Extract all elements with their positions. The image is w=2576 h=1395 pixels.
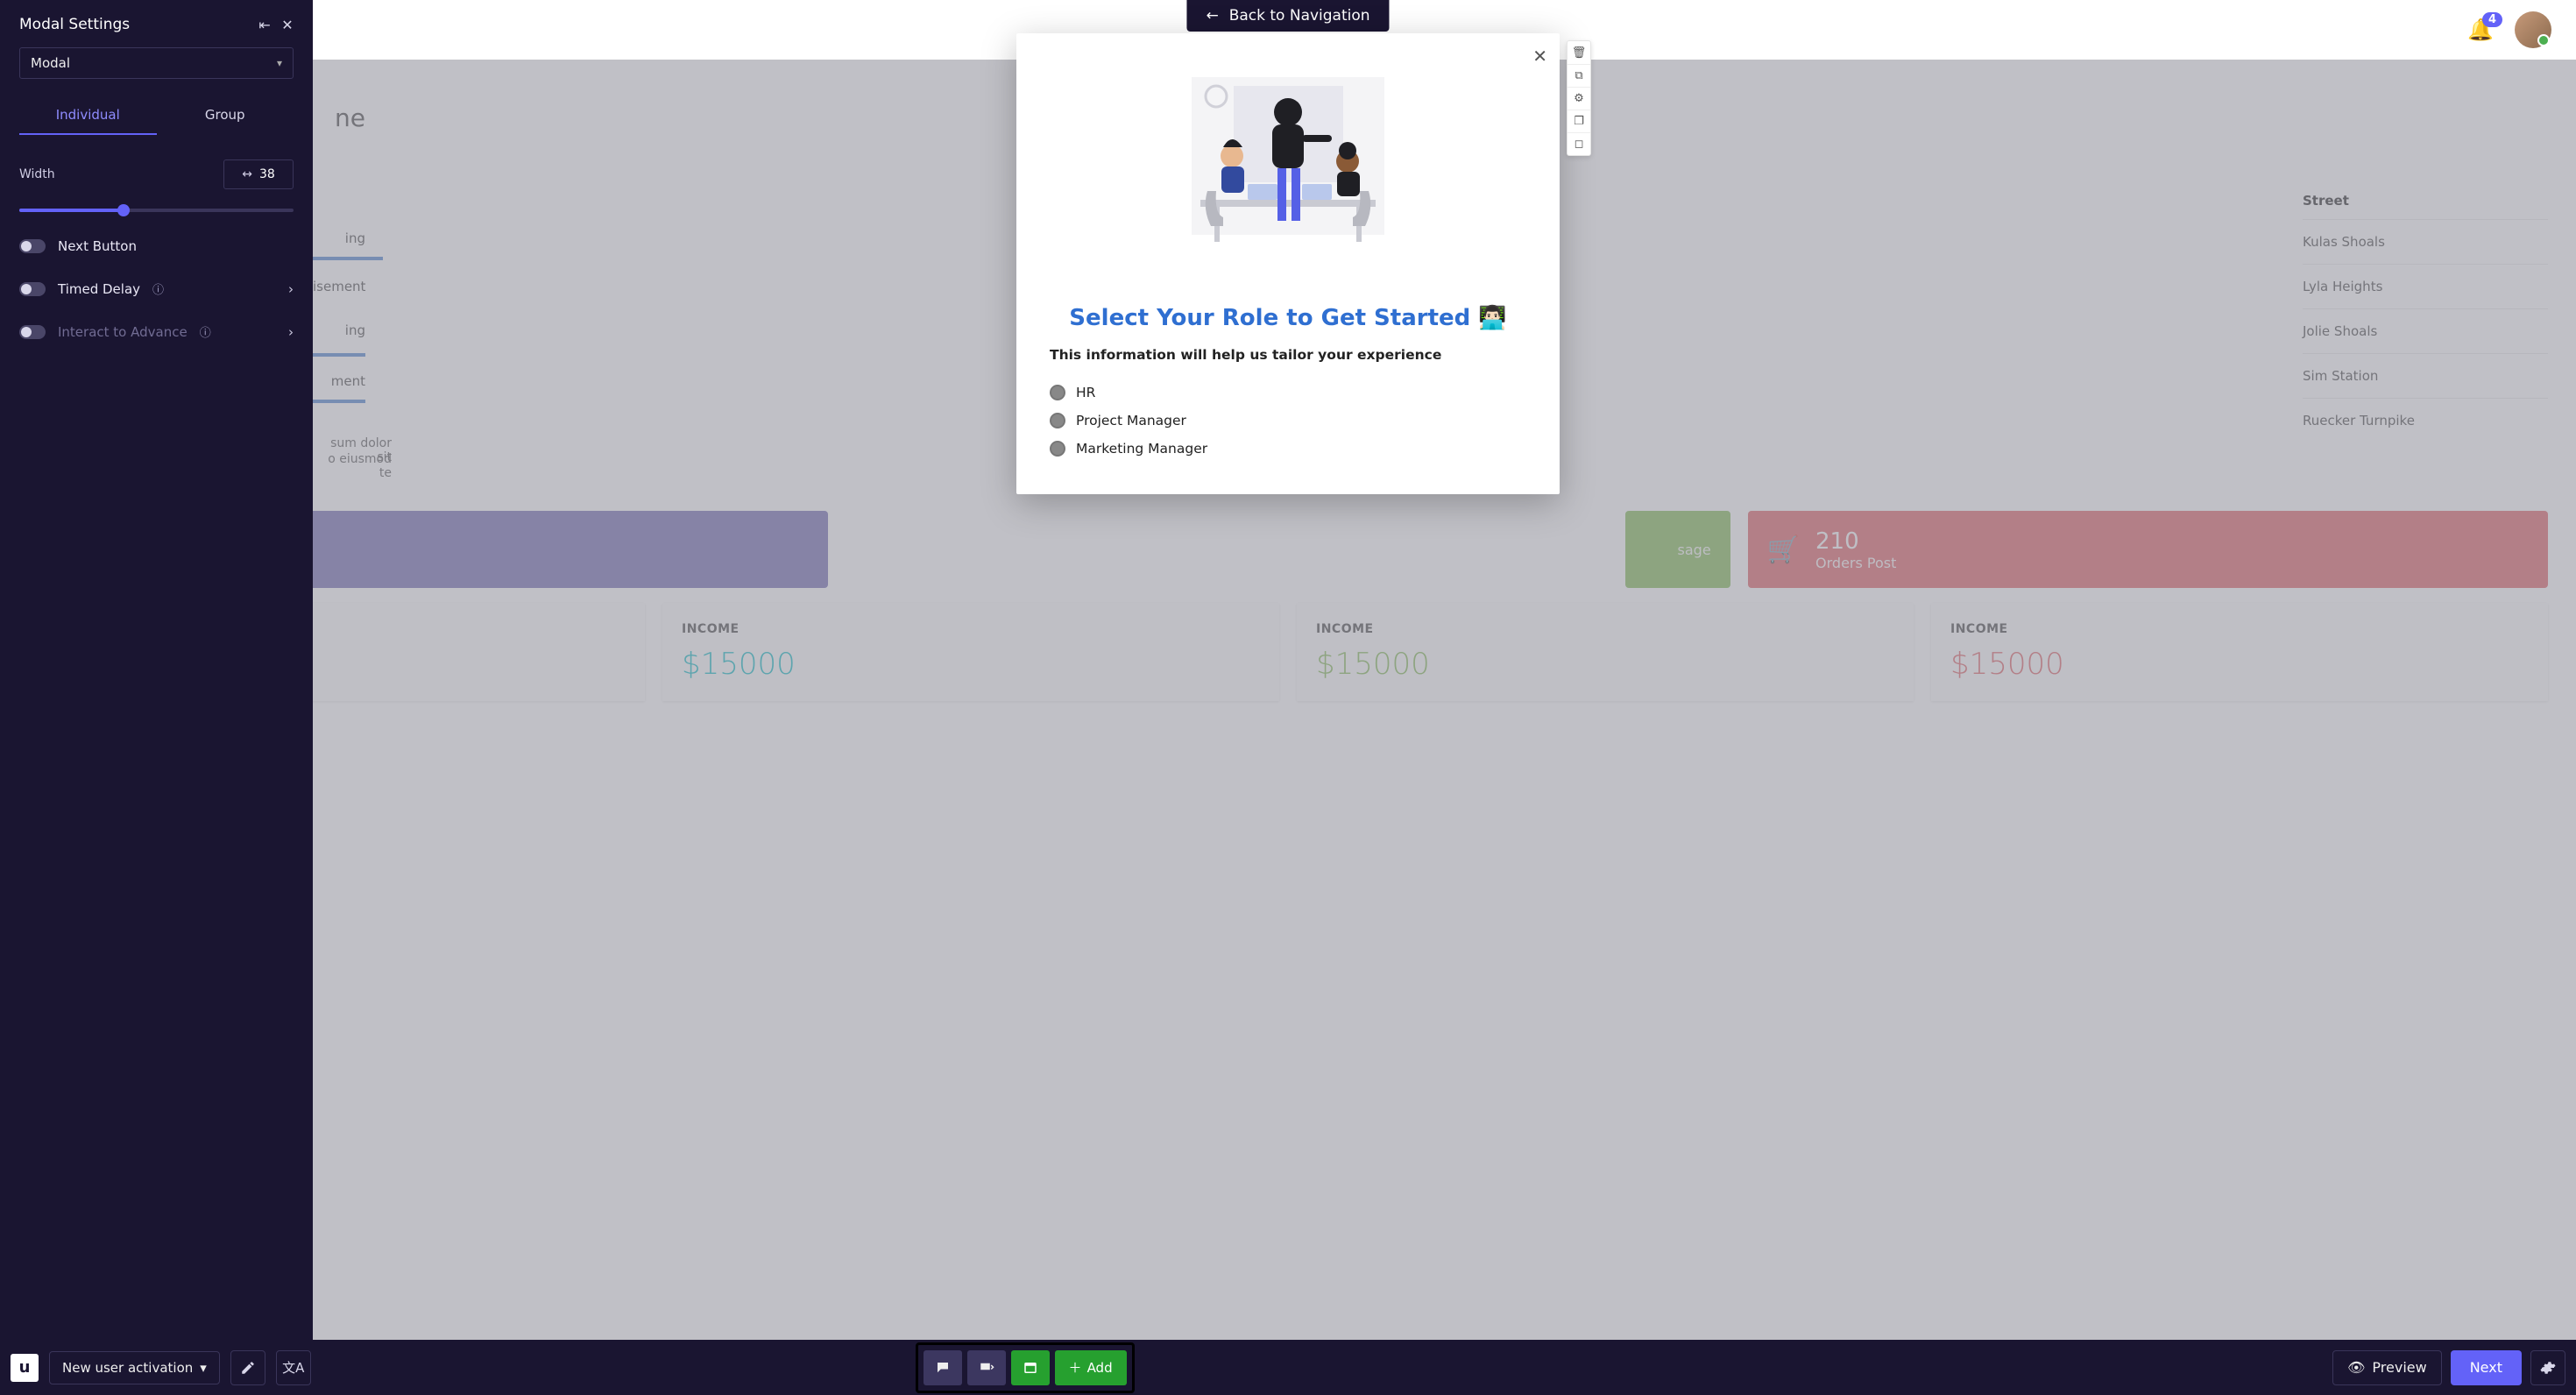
close-icon[interactable]: ✕: [1532, 46, 1547, 67]
step-modal[interactable]: [1011, 1350, 1050, 1385]
component-selector[interactable]: Modal ▾: [19, 47, 294, 79]
step-tooltip[interactable]: [924, 1350, 962, 1385]
width-row: Width ↔ 38: [19, 159, 294, 189]
close-icon[interactable]: ✕: [276, 17, 299, 33]
onboarding-modal: ✕: [1016, 33, 1560, 494]
option-timed-delay[interactable]: Timed Delay ⓘ ›: [19, 280, 294, 297]
pencil-icon: [240, 1360, 256, 1376]
radio-icon: [1050, 385, 1065, 400]
role-label: Marketing Manager: [1076, 441, 1207, 457]
bottom-bar: u New user activation ▾ 文A ＋ Add 👁 Previ…: [0, 1340, 2576, 1395]
role-option-pm[interactable]: Project Manager: [1046, 407, 1530, 435]
preview-label: Preview: [2372, 1359, 2426, 1376]
delete-icon[interactable]: 🗑: [1568, 41, 1590, 64]
modal-title: Select Your Role to Get Started 👨🏻‍💻: [1046, 305, 1530, 331]
info-icon[interactable]: ⓘ: [152, 280, 164, 297]
radio-icon: [1050, 413, 1065, 428]
plus-icon: ＋: [1069, 1358, 1082, 1377]
settings-panel-body: Modal ▾ Individual Group Width ↔ 38 Next…: [0, 44, 313, 340]
flow-name: New user activation: [62, 1360, 193, 1376]
chevron-down-icon: ▾: [200, 1360, 207, 1376]
app-logo[interactable]: u: [11, 1354, 39, 1382]
next-button-toggle[interactable]: [19, 239, 46, 253]
role-label: HR: [1076, 385, 1095, 400]
copy-icon[interactable]: ⧉: [1568, 64, 1590, 87]
back-to-navigation[interactable]: ← Back to Navigation: [1186, 0, 1389, 32]
timed-delay-toggle[interactable]: [19, 282, 46, 296]
width-input[interactable]: ↔ 38: [223, 159, 294, 189]
role-option-marketing[interactable]: Marketing Manager: [1046, 435, 1530, 463]
width-label: Width: [19, 167, 55, 181]
settings-panel-title: Modal Settings: [19, 16, 253, 33]
modal-tools: 🗑 ⧉ ⚙ ❐ ◻: [1567, 40, 1591, 156]
slider-fill: [19, 209, 124, 212]
arrow-left-icon: ←: [1206, 7, 1218, 25]
chevron-right-icon: ›: [288, 281, 294, 297]
modal-subtitle: This information will help us tailor you…: [1046, 347, 1530, 363]
notifications-button[interactable]: 🔔 4: [2467, 18, 2494, 42]
add-label: Add: [1087, 1360, 1113, 1376]
gear-icon: [2540, 1360, 2556, 1376]
option-label: Timed Delay: [58, 281, 140, 297]
hero-illustration: [1174, 60, 1402, 270]
step-slideout[interactable]: [967, 1350, 1006, 1385]
option-label: Interact to Advance: [58, 324, 188, 340]
bottom-bar-right: 👁 Preview Next: [2332, 1350, 2565, 1385]
settings-panel: Modal Settings ⇤ ✕ Modal ▾ Individual Gr…: [0, 0, 313, 1340]
chevron-down-icon: ▾: [277, 57, 282, 69]
add-step-button[interactable]: ＋ Add: [1055, 1350, 1127, 1385]
eye-icon: 👁: [2347, 1359, 2365, 1376]
next-label: Next: [2470, 1359, 2502, 1376]
modal-icon: [1023, 1360, 1038, 1376]
role-label: Project Manager: [1076, 413, 1186, 428]
resize-icon: ↔: [242, 167, 252, 181]
bookmark-icon[interactable]: ◻: [1568, 132, 1590, 155]
info-icon[interactable]: ⓘ: [200, 323, 211, 340]
back-label: Back to Navigation: [1229, 7, 1370, 25]
preview-button[interactable]: 👁 Preview: [2332, 1350, 2442, 1385]
edit-button[interactable]: [230, 1350, 265, 1385]
duplicate-icon[interactable]: ❐: [1568, 110, 1590, 132]
translate-button[interactable]: 文A: [276, 1350, 311, 1385]
width-value: 38: [259, 167, 275, 181]
notification-badge: 4: [2482, 12, 2502, 27]
tab-group[interactable]: Group: [157, 96, 294, 135]
settings-panel-header: Modal Settings ⇤ ✕: [0, 0, 313, 44]
flow-selector[interactable]: New user activation ▾: [49, 1351, 220, 1384]
role-option-hr[interactable]: HR: [1046, 379, 1530, 407]
translate-icon: 文A: [282, 1358, 304, 1377]
interact-advance-toggle[interactable]: [19, 325, 46, 339]
tooltip-icon: [935, 1360, 951, 1376]
slideout-icon: [979, 1360, 994, 1376]
settings-button[interactable]: [2530, 1350, 2565, 1385]
selector-value: Modal: [31, 55, 70, 71]
settings-tabs: Individual Group: [19, 96, 294, 135]
option-next-button: Next Button: [19, 238, 294, 254]
step-cluster: ＋ Add: [916, 1342, 1135, 1393]
radio-icon: [1050, 441, 1065, 457]
settings-icon[interactable]: ⚙: [1568, 87, 1590, 110]
chevron-right-icon: ›: [288, 324, 294, 340]
option-interact-advance[interactable]: Interact to Advance ⓘ ›: [19, 323, 294, 340]
avatar[interactable]: [2515, 11, 2551, 48]
width-slider[interactable]: [19, 209, 294, 212]
option-label: Next Button: [58, 238, 137, 254]
tab-individual[interactable]: Individual: [19, 96, 157, 135]
next-button[interactable]: Next: [2451, 1350, 2522, 1385]
slider-thumb[interactable]: [117, 204, 130, 216]
dock-icon[interactable]: ⇤: [253, 17, 276, 33]
